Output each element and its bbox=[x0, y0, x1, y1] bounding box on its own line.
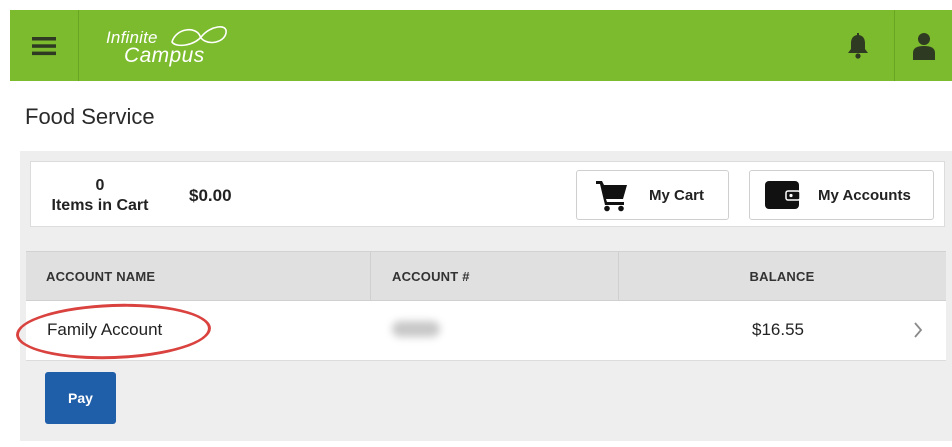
cart-summary-bar: 0 Items in Cart $0.00 My Cart My Account… bbox=[30, 161, 945, 227]
user-profile-button[interactable] bbox=[894, 10, 952, 81]
my-cart-button[interactable]: My Cart bbox=[576, 170, 729, 220]
user-icon bbox=[912, 32, 935, 60]
page-title: Food Service bbox=[25, 104, 155, 129]
infinity-swirl-icon bbox=[171, 26, 227, 47]
food-service-panel: 0 Items in Cart $0.00 My Cart My Account… bbox=[15, 151, 952, 441]
cart-item-count: 0 Items in Cart bbox=[45, 176, 155, 216]
chevron-right-icon[interactable] bbox=[913, 321, 923, 339]
account-number-redacted bbox=[392, 321, 440, 337]
accounts-table: ACCOUNT NAME ACCOUNT # BALANCE Family Ac… bbox=[15, 251, 946, 363]
my-cart-label: My Cart bbox=[649, 186, 705, 204]
infinite-campus-logo[interactable]: Infinite Campus bbox=[102, 22, 242, 72]
cart-count-label: Items in Cart bbox=[51, 197, 149, 214]
shopping-cart-icon bbox=[596, 181, 627, 212]
table-row[interactable]: Family Account $16.55 bbox=[15, 300, 946, 363]
menu-button[interactable] bbox=[10, 10, 79, 81]
pay-button[interactable]: Pay bbox=[45, 372, 116, 424]
account-balance-cell: $16.55 bbox=[752, 320, 804, 339]
bell-icon bbox=[847, 32, 868, 59]
cart-count-value: 0 bbox=[95, 177, 105, 194]
hamburger-menu-icon bbox=[32, 36, 56, 55]
annotation-circle bbox=[15, 300, 212, 363]
wallet-icon bbox=[765, 181, 800, 209]
cart-total-amount: $0.00 bbox=[189, 186, 232, 205]
my-accounts-label: My Accounts bbox=[818, 186, 911, 204]
column-header-account-number: ACCOUNT # bbox=[392, 268, 470, 284]
column-header-balance: BALANCE bbox=[749, 268, 815, 284]
column-header-account-name: ACCOUNT NAME bbox=[46, 268, 156, 284]
notifications-button[interactable] bbox=[822, 10, 893, 81]
column-divider bbox=[370, 252, 371, 300]
table-header-row: ACCOUNT NAME ACCOUNT # BALANCE bbox=[26, 251, 946, 301]
my-accounts-button[interactable]: My Accounts bbox=[749, 170, 934, 220]
top-nav-bar: Infinite Campus bbox=[10, 10, 952, 81]
